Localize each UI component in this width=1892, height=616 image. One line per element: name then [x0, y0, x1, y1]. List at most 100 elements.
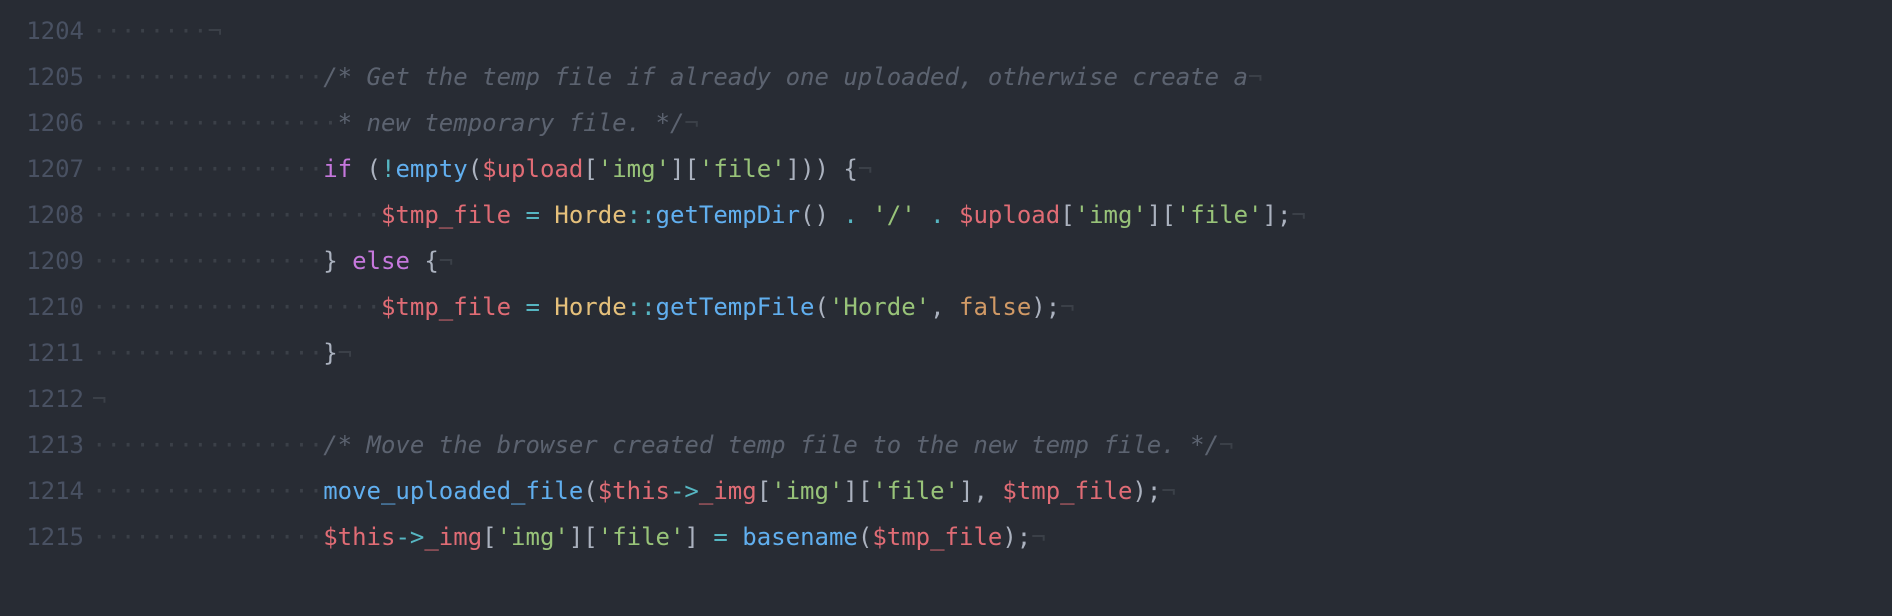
token-punct: ][	[670, 155, 699, 183]
code-line[interactable]: 1214················move_uploaded_file($…	[0, 468, 1892, 514]
token-nl: ¬	[439, 247, 453, 275]
whitespace-indicator: ················	[92, 339, 323, 367]
token-keyword: else	[352, 247, 410, 275]
token-punct: );	[1031, 293, 1060, 321]
line-number: 1215	[0, 514, 92, 560]
token-punct: (	[352, 155, 381, 183]
code-line[interactable]: 1211················}¬	[0, 330, 1892, 376]
code-line[interactable]: 1209················} else {¬	[0, 238, 1892, 284]
token-punct	[540, 293, 554, 321]
token-punct: [	[757, 477, 771, 505]
code-content[interactable]: ················/* Move the browser crea…	[92, 422, 1892, 468]
token-punct	[858, 201, 872, 229]
code-line[interactable]: 1213················/* Move the browser …	[0, 422, 1892, 468]
code-content[interactable]: ¬	[92, 376, 1892, 422]
line-number: 1208	[0, 192, 92, 238]
token-func: getTempFile	[656, 293, 815, 321]
code-content[interactable]: ················} else {¬	[92, 238, 1892, 284]
token-var: $tmp_file	[381, 293, 511, 321]
code-content[interactable]: ················move_uploaded_file($this…	[92, 468, 1892, 514]
token-string: '/'	[872, 201, 915, 229]
code-content[interactable]: ····················$tmp_file = Horde::g…	[92, 192, 1892, 238]
token-punct: (	[468, 155, 482, 183]
token-nl: ¬	[858, 155, 872, 183]
token-punct: ];	[1263, 201, 1292, 229]
token-punct: (	[858, 523, 872, 551]
token-punct: ],	[959, 477, 1002, 505]
code-line[interactable]: 1205················/* Get the temp file…	[0, 54, 1892, 100]
token-op: =	[525, 293, 539, 321]
whitespace-indicator: ·················	[92, 109, 338, 137]
token-string: 'file'	[699, 155, 786, 183]
code-line[interactable]: 1215················$this->_img['img']['…	[0, 514, 1892, 560]
token-var: $upload	[959, 201, 1060, 229]
token-var: $tmp_file	[1002, 477, 1132, 505]
token-string: 'file'	[598, 523, 685, 551]
code-content[interactable]: ····················$tmp_file = Horde::g…	[92, 284, 1892, 330]
token-string: 'img'	[771, 477, 843, 505]
token-string: 'img'	[598, 155, 670, 183]
token-nl: ¬	[1248, 63, 1262, 91]
token-punct	[728, 523, 742, 551]
code-editor[interactable]: 1204········¬1205················/* Get …	[0, 0, 1892, 560]
token-string: 'Horde'	[829, 293, 930, 321]
token-punct: ()	[800, 201, 843, 229]
token-punct	[916, 201, 930, 229]
token-string: 'img'	[1075, 201, 1147, 229]
line-number: 1206	[0, 100, 92, 146]
code-content[interactable]: ················}¬	[92, 330, 1892, 376]
whitespace-indicator: ················	[92, 523, 323, 551]
token-var: _img	[699, 477, 757, 505]
token-punct: }	[323, 247, 352, 275]
line-number: 1214	[0, 468, 92, 514]
token-punct	[945, 201, 959, 229]
code-line[interactable]: 1206·················* new temporary fil…	[0, 100, 1892, 146]
token-var: $tmp_file	[381, 201, 511, 229]
token-nl: ¬	[92, 385, 106, 413]
token-punct: (	[583, 477, 597, 505]
token-punct: [	[1060, 201, 1074, 229]
token-op: =	[525, 201, 539, 229]
code-line[interactable]: 1210····················$tmp_file = Hord…	[0, 284, 1892, 330]
code-line[interactable]: 1208····················$tmp_file = Hord…	[0, 192, 1892, 238]
token-punct	[511, 293, 525, 321]
token-comment: /* Get the temp file if already one uplo…	[323, 63, 1248, 91]
code-content[interactable]: ················$this->_img['img']['file…	[92, 514, 1892, 560]
token-op: ->	[670, 477, 699, 505]
token-punct: );	[1002, 523, 1031, 551]
token-func: move_uploaded_file	[323, 477, 583, 505]
code-content[interactable]: ················/* Get the temp file if …	[92, 54, 1892, 100]
line-number: 1212	[0, 376, 92, 422]
token-punct: ][	[843, 477, 872, 505]
token-nl: ¬	[1060, 293, 1074, 321]
token-var: $tmp_file	[872, 523, 1002, 551]
token-comment: * new temporary file. */	[338, 109, 685, 137]
token-var: $this	[598, 477, 670, 505]
token-func: empty	[395, 155, 467, 183]
token-nl: ¬	[1161, 477, 1175, 505]
token-nl: ¬	[684, 109, 698, 137]
token-nl: ¬	[208, 17, 222, 45]
token-string: 'img'	[497, 523, 569, 551]
token-class: Horde	[554, 293, 626, 321]
code-line[interactable]: 1204········¬	[0, 8, 1892, 54]
token-nl: ¬	[1031, 523, 1045, 551]
token-op: =	[713, 523, 727, 551]
code-line[interactable]: 1212¬	[0, 376, 1892, 422]
token-punct: ][	[569, 523, 598, 551]
token-nl: ¬	[1291, 201, 1305, 229]
token-punct: ]	[684, 523, 713, 551]
code-line[interactable]: 1207················if (!empty($upload['…	[0, 146, 1892, 192]
line-number: 1211	[0, 330, 92, 376]
token-punct: );	[1132, 477, 1161, 505]
token-punct: [	[482, 523, 496, 551]
code-content[interactable]: ········¬	[92, 8, 1892, 54]
whitespace-indicator: ················	[92, 63, 323, 91]
token-punct: ][	[1147, 201, 1176, 229]
code-content[interactable]: ················if (!empty($upload['img'…	[92, 146, 1892, 192]
token-punct: [	[583, 155, 597, 183]
code-content[interactable]: ·················* new temporary file. *…	[92, 100, 1892, 146]
whitespace-indicator: ················	[92, 431, 323, 459]
token-class: Horde	[554, 201, 626, 229]
whitespace-indicator: ················	[92, 155, 323, 183]
